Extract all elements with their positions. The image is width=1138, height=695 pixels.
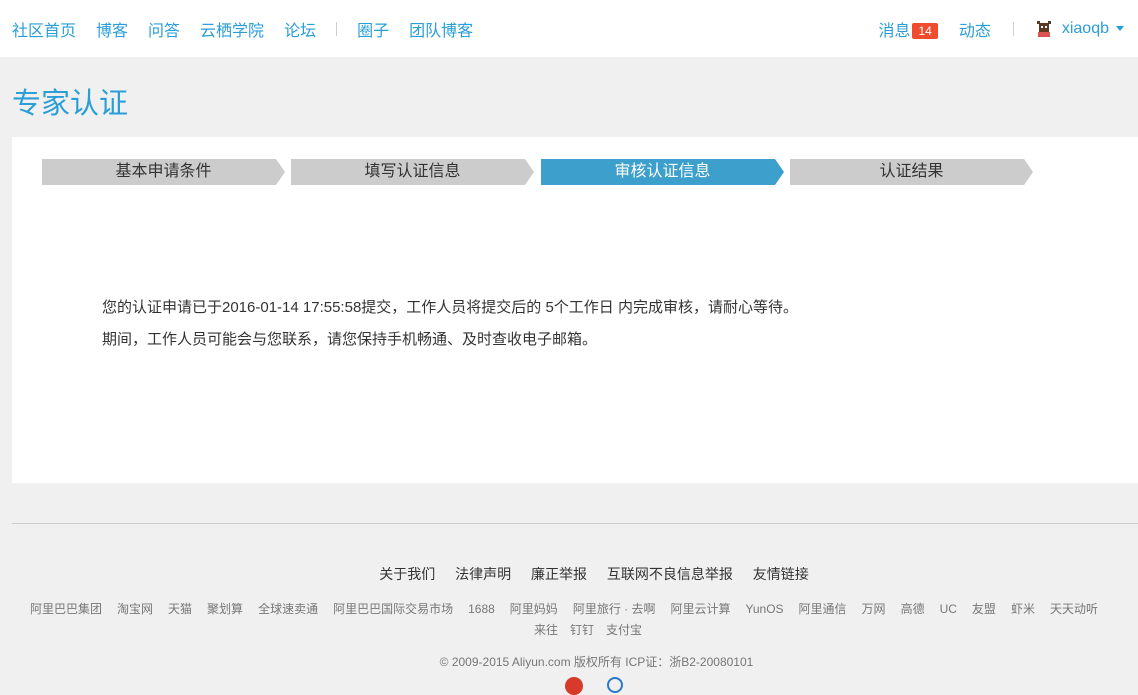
partner-links: 阿里巴巴集团 淘宝网 天猫 聚划算 全球速卖通 阿里巴巴国际交易市场 1688 阿里妈妈 阿里旅…: [30, 597, 1138, 621]
messages-link[interactable]: 消息 14: [878, 17, 938, 41]
footer-link-bad-info-report[interactable]: 互联网不良信息举报: [607, 566, 733, 582]
partner-link[interactable]: 阿里妈妈: [510, 597, 558, 621]
nav-divider: [336, 21, 338, 36]
nav-blog[interactable]: 博客: [96, 17, 128, 41]
avatar: [1036, 20, 1051, 37]
partner-link[interactable]: 支付宝: [606, 623, 642, 637]
nav-team-blog[interactable]: 团队博客: [409, 17, 473, 41]
status-message: 您的认证申请已于2016-01-14 17:55:58提交，工作人员将提交后的 …: [102, 292, 798, 356]
top-navigation: 社区首页 博客 问答 云栖学院 论坛 圈子 团队博客 消息 14 动态 xiaoq…: [0, 0, 1138, 57]
messages-count-badge: 14: [912, 22, 938, 39]
footer-link-about[interactable]: 关于我们: [379, 566, 435, 582]
step-fill-info: 填写认证信息: [291, 159, 534, 185]
footer-link-integrity-report[interactable]: 廉正举报: [531, 566, 587, 582]
partner-link[interactable]: 1688: [468, 597, 495, 621]
partner-link[interactable]: 淘宝网: [117, 597, 153, 621]
step-basic-conditions: 基本申请条件: [42, 159, 285, 185]
partner-link[interactable]: 来往: [534, 623, 558, 637]
partner-link[interactable]: 友盟: [972, 597, 996, 621]
partner-link[interactable]: 聚划算: [207, 597, 243, 621]
username: xiaoqb: [1061, 19, 1109, 37]
partner-links-row2: 来往 钉钉 支付宝: [534, 621, 654, 639]
footer-link-friend-links[interactable]: 友情链接: [753, 566, 809, 582]
partner-link[interactable]: 虾米: [1011, 597, 1035, 621]
nav-community-home[interactable]: 社区首页: [12, 17, 76, 41]
status-message-line1: 您的认证申请已于2016-01-14 17:55:58提交，工作人员将提交后的 …: [102, 299, 798, 316]
partner-link[interactable]: 阿里云计算: [670, 597, 730, 621]
chevron-down-icon: [1116, 26, 1124, 31]
police-emblem-icon[interactable]: [565, 677, 583, 695]
partner-link[interactable]: 阿里巴巴集团: [30, 597, 102, 621]
page-title: 专家认证: [12, 88, 129, 120]
nav-left: 社区首页 博客 问答 云栖学院 论坛 圈子 团队博客: [12, 0, 493, 57]
partner-link[interactable]: 全球速卖通: [258, 597, 318, 621]
partner-link[interactable]: 钉钉: [570, 623, 594, 637]
footer-link-legal[interactable]: 法律声明: [455, 566, 511, 582]
copyright: © 2009-2015 Aliyun.com 版权所有 ICP证：浙B2-200…: [439, 655, 754, 669]
messages-label: 消息: [878, 22, 911, 40]
partner-link[interactable]: 高德: [901, 597, 925, 621]
progress-steps: 基本申请条件 填写认证信息 审核认证信息 认证结果: [42, 159, 1042, 185]
nav-qa[interactable]: 问答: [148, 17, 180, 41]
nav-forum[interactable]: 论坛: [284, 17, 316, 41]
partner-link[interactable]: 天天动听: [1050, 597, 1098, 621]
partner-link[interactable]: UC: [940, 597, 957, 621]
nav-academy[interactable]: 云栖学院: [200, 17, 264, 41]
partner-link[interactable]: 天猫: [168, 597, 192, 621]
activity-link[interactable]: 动态: [959, 17, 991, 41]
step-result: 认证结果: [790, 159, 1033, 185]
partner-link[interactable]: YunOS: [746, 597, 784, 621]
step-review-info: 审核认证信息: [541, 159, 784, 185]
partner-link[interactable]: 万网: [862, 597, 886, 621]
content-panel: 基本申请条件 填写认证信息 审核认证信息 认证结果 您的认证申请已于2016-0…: [12, 137, 1138, 483]
partner-link[interactable]: 阿里通信: [799, 597, 847, 621]
nav-right: 消息 14 动态 xiaoqb: [878, 0, 1138, 57]
nav-circles[interactable]: 圈子: [357, 17, 389, 41]
partner-link[interactable]: 阿里巴巴国际交易市场: [333, 597, 453, 621]
nav-right-divider: [1012, 21, 1014, 36]
footer-divider: [12, 523, 1138, 524]
partner-link[interactable]: 阿里旅行 · 去啊: [573, 597, 656, 621]
user-menu[interactable]: xiaoqb: [1036, 20, 1124, 38]
footer-links: 关于我们 法律声明 廉正举报 互联网不良信息举报 友情链接: [0, 564, 1138, 584]
status-message-line2: 期间，工作人员可能会与您联系，请您保持手机畅通、及时查收电子邮箱。: [102, 331, 598, 348]
